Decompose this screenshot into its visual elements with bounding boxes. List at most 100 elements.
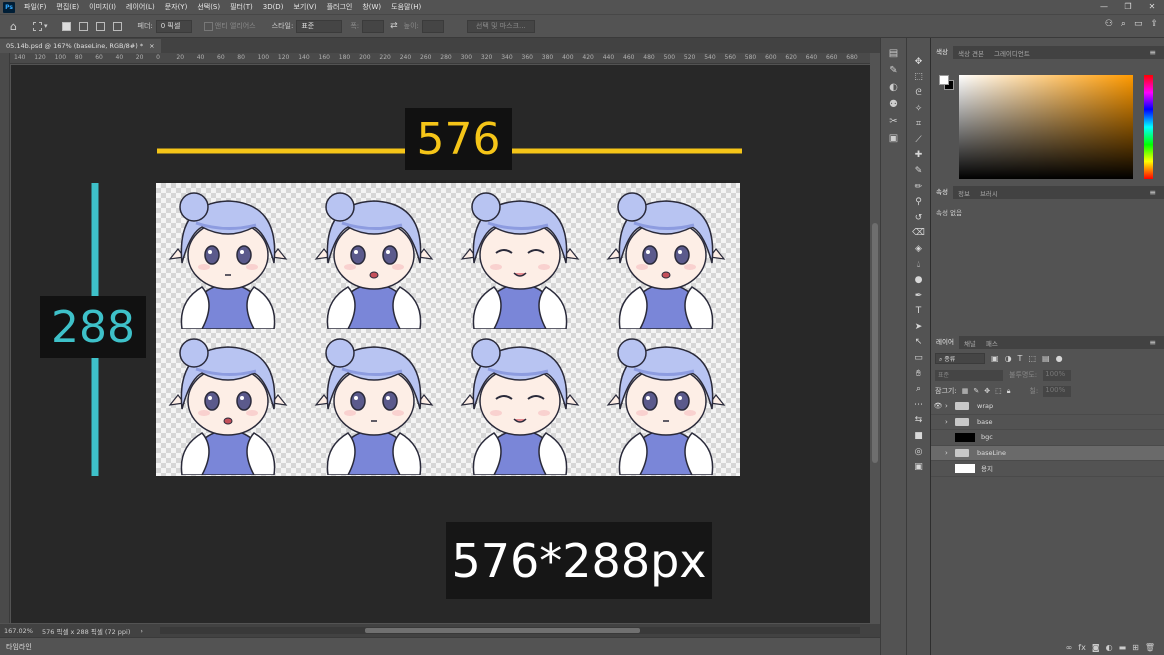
subtract-selection-icon[interactable]: [95, 21, 107, 31]
folder-expand-icon[interactable]: ›: [945, 418, 955, 426]
layer-kind-filter[interactable]: ⌕ 종류: [935, 352, 985, 364]
hue-slider[interactable]: [1144, 75, 1153, 179]
menu-layer[interactable]: 레이어(L): [121, 2, 160, 12]
zoom-level[interactable]: 167.02%: [4, 627, 38, 635]
magic-wand-icon[interactable]: ✧: [910, 101, 928, 117]
tab-brushes[interactable]: 브러시: [975, 188, 1003, 198]
marquee-preset-icon[interactable]: ▾: [32, 21, 48, 31]
timeline-label[interactable]: 타임라인: [6, 643, 32, 651]
swap-colors-icon[interactable]: ⇆: [910, 413, 928, 429]
lock-position-icon[interactable]: ✥: [984, 387, 990, 395]
pencil-tool-icon[interactable]: ✏: [910, 179, 928, 195]
menu-window[interactable]: 창(W): [357, 2, 386, 12]
lock-transparent-icon[interactable]: ▦: [962, 387, 969, 395]
healing-brush-icon[interactable]: ✚: [910, 148, 928, 164]
menu-type[interactable]: 문자(Y): [160, 2, 193, 12]
color-swatch-icon[interactable]: ■: [910, 428, 928, 444]
horizontal-scroll-thumb[interactable]: [365, 628, 640, 633]
more-tools-icon[interactable]: ⋯: [910, 397, 928, 413]
layer-row[interactable]: › baseLine: [931, 445, 1164, 461]
people-icon[interactable]: ⚉: [889, 99, 898, 110]
vertical-scrollbar[interactable]: [870, 53, 880, 623]
eyedropper-icon[interactable]: ⟋: [910, 132, 928, 148]
lock-pixels-icon[interactable]: ✎: [973, 387, 979, 395]
type-tool-icon[interactable]: T: [910, 304, 928, 320]
history-brush-icon[interactable]: ↺: [910, 210, 928, 226]
clone-stamp-icon[interactable]: ⚲: [910, 194, 928, 210]
quick-mask-icon[interactable]: ◎: [910, 444, 928, 460]
feather-input[interactable]: 0 픽셀: [155, 19, 192, 33]
foreground-color-swatch[interactable]: [939, 75, 949, 85]
adjustments-icon[interactable]: ◐: [889, 82, 898, 93]
swap-icon[interactable]: ⇄: [390, 21, 398, 31]
style-select[interactable]: 표준: [296, 19, 343, 33]
filter-smart-icon[interactable]: ▤: [1042, 354, 1050, 363]
menu-3d[interactable]: 3D(D): [258, 3, 289, 11]
menu-file[interactable]: 파일(F): [19, 2, 51, 12]
eraser-icon[interactable]: ⌫: [910, 226, 928, 242]
delete-layer-icon[interactable]: 🗑︎: [1145, 643, 1155, 652]
menu-view[interactable]: 보기(V): [288, 2, 321, 12]
filter-toggle-icon[interactable]: ●: [1056, 354, 1063, 363]
close-button[interactable]: ✕: [1140, 0, 1164, 14]
filter-shape-icon[interactable]: ⬚: [1028, 354, 1036, 363]
blend-mode-select[interactable]: 표준: [935, 369, 1003, 381]
dodge-tool-icon[interactable]: ●: [910, 272, 928, 288]
tab-info[interactable]: 정보: [953, 188, 975, 198]
screen-mode-icon[interactable]: ▣: [910, 459, 928, 475]
document-tab[interactable]: 05.14b.psd @ 167% (baseLine, RGB/8#) * ×: [0, 39, 161, 53]
tab-swatches[interactable]: 색상 견본: [953, 48, 989, 58]
menu-select[interactable]: 선택(S): [192, 2, 225, 12]
brush-tool-icon[interactable]: ✎: [910, 163, 928, 179]
menu-edit[interactable]: 편집(E): [51, 2, 84, 12]
antialias-checkbox[interactable]: [203, 21, 213, 31]
marquee-tool-icon[interactable]: ⬚: [910, 70, 928, 86]
new-selection-icon[interactable]: [61, 21, 73, 31]
opacity-input[interactable]: 100%: [1043, 369, 1072, 381]
layer-row[interactable]: 용지: [931, 461, 1164, 477]
menu-filter[interactable]: 필터(T): [225, 2, 258, 12]
brush-settings-icon[interactable]: ✎: [889, 65, 897, 76]
zoom-tool-icon[interactable]: ⌕: [910, 381, 928, 397]
height-input[interactable]: [421, 19, 444, 33]
panel-menu-icon[interactable]: ≡: [1144, 338, 1161, 347]
panel-menu-icon[interactable]: ≡: [1144, 188, 1161, 197]
select-mask-button[interactable]: 선택 및 마스크...: [466, 19, 535, 33]
minimize-button[interactable]: —: [1092, 0, 1116, 14]
sprite-sheet[interactable]: [156, 183, 740, 476]
tab-color[interactable]: 색상: [931, 46, 953, 59]
filter-type-icon[interactable]: T: [1018, 354, 1023, 363]
restore-button[interactable]: ❐: [1116, 0, 1140, 14]
share-export-icon[interactable]: ⇪: [1150, 19, 1158, 29]
menu-help[interactable]: 도움말(H): [386, 2, 426, 12]
layer-visibility-icon[interactable]: 👁︎: [931, 402, 945, 410]
pen-tool-icon[interactable]: ✒: [910, 288, 928, 304]
libraries-icon[interactable]: ▣: [889, 133, 898, 144]
fill-input[interactable]: 100%: [1043, 385, 1072, 397]
lock-artboard-icon[interactable]: ⬚: [995, 387, 1002, 395]
document-tab-close-icon[interactable]: ×: [149, 42, 154, 50]
add-mask-icon[interactable]: ◙: [1092, 643, 1100, 652]
layer-row[interactable]: 👁︎ › wrap: [931, 399, 1164, 415]
vertical-scroll-thumb[interactable]: [872, 223, 878, 463]
tools-panel-icon[interactable]: ✂: [889, 116, 897, 127]
link-layers-icon[interactable]: ∞: [1066, 643, 1073, 652]
new-group-icon[interactable]: ▬: [1119, 643, 1127, 652]
home-icon[interactable]: ⌂: [10, 20, 17, 33]
rectangle-tool-icon[interactable]: ▭: [910, 350, 928, 366]
adjustment-layer-icon[interactable]: ◐: [1106, 643, 1113, 652]
tab-paths[interactable]: 패스: [981, 338, 1003, 348]
search-icon[interactable]: ⌕: [1121, 19, 1126, 29]
layer-style-icon[interactable]: fx: [1078, 643, 1086, 652]
filter-pixel-icon[interactable]: ▣: [991, 354, 999, 363]
add-selection-icon[interactable]: [78, 21, 90, 31]
status-arrow-icon[interactable]: ›: [140, 627, 143, 635]
folder-expand-icon[interactable]: ›: [945, 449, 955, 457]
workspace-icon[interactable]: ▭: [1134, 19, 1143, 29]
folder-expand-icon[interactable]: ›: [945, 402, 955, 410]
horizontal-scrollbar[interactable]: [160, 627, 860, 634]
canvas-area[interactable]: 576 288 576*288px: [11, 65, 870, 623]
tab-gradients[interactable]: 그레이디언트: [989, 48, 1035, 58]
filter-adjustment-icon[interactable]: ◑: [1005, 354, 1012, 363]
blur-tool-icon[interactable]: 💧︎: [910, 257, 928, 273]
